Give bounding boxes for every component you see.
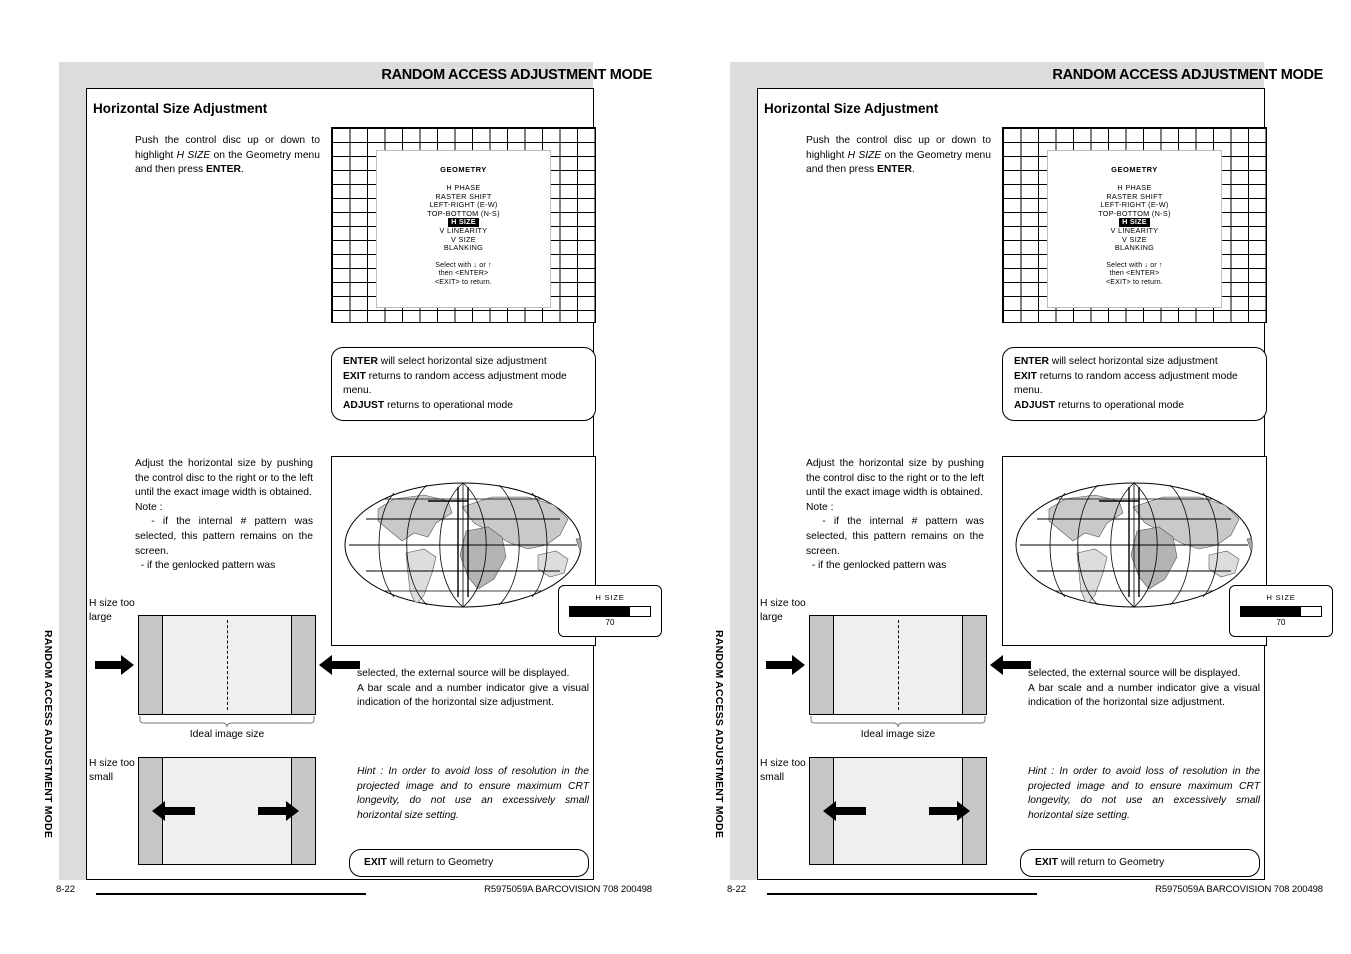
arrow-left-inward-icon xyxy=(319,655,360,675)
adjust-key-description: ADJUST returns to operational mode xyxy=(343,399,513,411)
osd-geometry-menu: GEOMETRY H PHASE RASTER SHIFT LEFT-RIGHT (… xyxy=(1047,150,1222,308)
sidebar-vertical-label: RANDOM ACCESS ADJUSTMENT MODE xyxy=(713,630,725,839)
projected-grid-pattern: GEOMETRY H PHASE RASTER SHIFT LEFT-RIGHT (… xyxy=(1002,127,1267,323)
osd-item-blanking[interactable]: BLANKING xyxy=(377,244,550,253)
footer-rule xyxy=(767,893,1037,895)
arrow-right-outward-icon xyxy=(258,801,302,821)
osd-item-list: H PHASE RASTER SHIFT LEFT-RIGHT (E-W) TOP-B… xyxy=(1048,183,1221,253)
hint-paragraph: Hint : In order to avoid loss of resolut… xyxy=(357,766,589,821)
too-large-overscan-left xyxy=(139,616,163,714)
osd-geometry-menu: GEOMETRY H PHASE RASTER SHIFT LEFT-RIGHT (… xyxy=(376,150,551,308)
diagram-h-size-too-large: H size too large Ideal image size xyxy=(758,597,1031,747)
continued-paragraph: selected, the external source will be di… xyxy=(1028,668,1260,709)
too-small-label: H size too small xyxy=(760,758,806,783)
diagram-h-size-too-small: H size too small xyxy=(758,757,998,867)
arrow-left-outward-icon xyxy=(823,801,867,821)
manual-page-right: RANDOM ACCESS ADJUSTMENT MODE RANDOM ACC… xyxy=(671,0,1333,954)
ideal-size-brace-icon xyxy=(139,716,315,728)
section-title: Horizontal Size Adjustment xyxy=(93,101,268,116)
exit-key-description: EXIT returns to random access adjustment… xyxy=(1014,370,1238,397)
exit-geometry-callout: EXIT will return to Geometry xyxy=(349,849,589,877)
h-size-bar-scale xyxy=(1240,606,1322,617)
intro-paragraph: Push the control disc up or down to high… xyxy=(806,135,991,176)
h-size-bar-fill xyxy=(570,607,630,616)
adjust-key-description: ADJUST returns to operational mode xyxy=(1014,399,1184,411)
osd-instruction-line-1: Select with ↓ or ↑ xyxy=(1106,261,1163,269)
enter-key-description: ENTER will select horizontal size adjust… xyxy=(1014,356,1218,367)
key-functions-callout: ENTER will select horizontal size adjust… xyxy=(331,347,596,422)
h-size-indicator-panel: H SIZE 70 xyxy=(1229,585,1333,637)
footer-rule xyxy=(96,893,366,895)
diagram-h-size-too-large: H size too large Ideal image size xyxy=(87,597,360,747)
arrow-right-inward-icon xyxy=(95,655,135,675)
osd-instruction-line-1: Select with ↓ or ↑ xyxy=(435,261,492,269)
ideal-image-size-label: Ideal image size xyxy=(189,729,265,740)
projected-grid-pattern: GEOMETRY H PHASE RASTER SHIFT LEFT-RIGHT (… xyxy=(331,127,596,323)
too-large-overscan-right xyxy=(291,616,315,714)
arrow-right-outward-icon xyxy=(929,801,973,821)
sidebar-gray-band xyxy=(730,62,757,880)
adjust-instruction-paragraph: Adjust the horizontal size by pushing th… xyxy=(806,458,985,572)
content-frame: Horizontal Size Adjustment Push the cont… xyxy=(86,88,662,880)
osd-instruction-line-3: <EXIT> to return. xyxy=(1105,278,1164,286)
content-frame: Horizontal Size Adjustment Push the cont… xyxy=(757,88,1333,880)
world-map-svg xyxy=(1015,482,1253,608)
intro-paragraph: Push the control disc up or down to high… xyxy=(135,135,320,176)
footer-reference: R5975059A BARCOVISION 708 200498 xyxy=(1155,884,1323,895)
h-size-bar-scale xyxy=(569,606,651,617)
world-map-preview: H SIZE 70 xyxy=(1002,456,1333,646)
osd-title: GEOMETRY xyxy=(440,165,487,174)
arrow-right-inward-icon xyxy=(766,655,806,675)
osd-item-blanking[interactable]: BLANKING xyxy=(1048,244,1221,253)
exit-geometry-text: EXIT will return to Geometry xyxy=(364,857,494,868)
world-map-preview: H SIZE 70 xyxy=(331,456,662,646)
page-header-title: RANDOM ACCESS ADJUSTMENT MODE xyxy=(381,67,652,83)
too-large-label: H size too large xyxy=(760,598,806,623)
enter-key-description: ENTER will select horizontal size adjust… xyxy=(343,356,547,367)
hint-paragraph: Hint : In order to avoid loss of resolut… xyxy=(1028,766,1260,821)
diagram-h-size-too-small: H size too small xyxy=(87,757,327,867)
footer-page-number: 8-22 xyxy=(727,884,747,895)
page-header-title: RANDOM ACCESS ADJUSTMENT MODE xyxy=(1052,67,1323,83)
too-large-label: H size too large xyxy=(89,598,135,623)
osd-item-list: H PHASE RASTER SHIFT LEFT-RIGHT (E-W) TOP-B… xyxy=(377,183,550,253)
footer-page-number: 8-22 xyxy=(56,884,76,895)
h-size-value: 70 xyxy=(605,618,615,627)
manual-page-left: RANDOM ACCESS ADJUSTMENT MODE RANDOM ACC… xyxy=(0,0,662,954)
h-size-value: 70 xyxy=(1276,618,1286,627)
sidebar-vertical-label: RANDOM ACCESS ADJUSTMENT MODE xyxy=(42,630,54,839)
ideal-image-size-label: Ideal image size xyxy=(860,729,936,740)
center-dashed-line xyxy=(898,620,899,710)
too-small-label: H size too small xyxy=(89,758,135,783)
osd-instruction-line-3: <EXIT> to return. xyxy=(434,278,493,286)
footer-reference: R5975059A BARCOVISION 708 200498 xyxy=(484,884,652,895)
arrow-left-inward-icon xyxy=(990,655,1031,675)
too-large-overscan-left xyxy=(810,616,834,714)
adjust-instruction-paragraph: Adjust the horizontal size by pushing th… xyxy=(135,458,314,572)
section-title: Horizontal Size Adjustment xyxy=(764,101,939,116)
exit-geometry-text: EXIT will return to Geometry xyxy=(1035,857,1165,868)
h-size-bar-fill xyxy=(1241,607,1301,616)
osd-instruction-line-2: then <ENTER> xyxy=(438,270,489,278)
sidebar-gray-band xyxy=(59,62,86,880)
exit-geometry-callout: EXIT will return to Geometry xyxy=(1020,849,1260,877)
manual-page-spread: RANDOM ACCESS ADJUSTMENT MODE RANDOM ACC… xyxy=(0,0,1351,954)
osd-instructions: Select with ↓ or ↑ then <ENTER> <EXIT> t… xyxy=(377,262,550,288)
too-large-screen-box xyxy=(138,615,316,715)
world-map-svg xyxy=(344,482,582,608)
h-size-indicator-label: H SIZE xyxy=(1266,593,1296,602)
center-dashed-line xyxy=(227,620,228,710)
h-size-indicator-label: H SIZE xyxy=(595,593,625,602)
arrow-left-outward-icon xyxy=(152,801,196,821)
osd-title: GEOMETRY xyxy=(1111,165,1158,174)
h-size-indicator-panel: H SIZE 70 xyxy=(558,585,662,637)
osd-instructions: Select with ↓ or ↑ then <ENTER> <EXIT> t… xyxy=(1048,262,1221,288)
key-functions-callout: ENTER will select horizontal size adjust… xyxy=(1002,347,1267,422)
too-large-overscan-right xyxy=(962,616,986,714)
too-large-screen-box xyxy=(809,615,987,715)
exit-key-description: EXIT returns to random access adjustment… xyxy=(343,370,567,397)
continued-paragraph: selected, the external source will be di… xyxy=(357,668,589,709)
ideal-size-brace-icon xyxy=(810,716,986,728)
osd-instruction-line-2: then <ENTER> xyxy=(1109,270,1160,278)
